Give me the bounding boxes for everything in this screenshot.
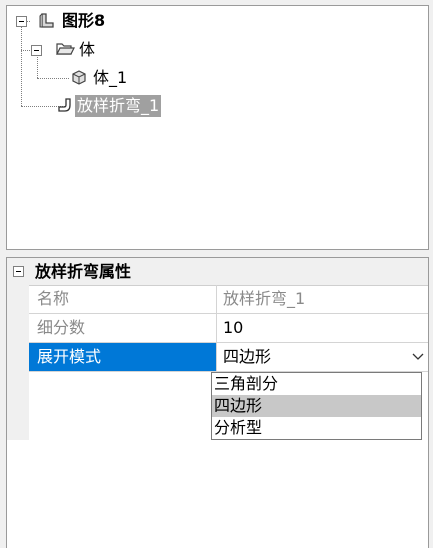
tree-line [21, 50, 30, 51]
subdivisions-input[interactable]: 10 [218, 314, 428, 342]
collapse-properties-toggle[interactable] [13, 266, 24, 277]
tree-panel: 图形8 体 体_1 放样折弯_1 [6, 5, 429, 250]
properties-gutter [7, 285, 29, 440]
property-value[interactable]: 放样折弯_1 [218, 285, 428, 313]
tree-line [37, 78, 69, 79]
unfold-mode-select[interactable]: 四边形 [218, 343, 428, 371]
chevron-down-icon[interactable] [412, 353, 424, 361]
dropdown-option-analytic[interactable]: 分析型 [212, 417, 421, 439]
properties-header: 放样折弯属性 [7, 258, 428, 286]
dropdown-option-quad[interactable]: 四边形 [212, 395, 421, 417]
tree-line [21, 26, 22, 106]
loft-bend-icon [58, 98, 71, 112]
tree-node-loft-bend[interactable]: 放样折弯_1 [75, 95, 162, 117]
dropdown-option-triangulation[interactable]: 三角剖分 [212, 373, 421, 395]
collapse-root-toggle[interactable] [16, 16, 27, 27]
solid-body-icon [72, 70, 86, 85]
tree-line [37, 55, 38, 78]
property-row-subdivisions: 细分数 10 [29, 314, 428, 343]
property-label: 名称 [29, 285, 217, 313]
tree-node-group[interactable]: 体 [79, 39, 95, 61]
unfold-mode-dropdown: 三角剖分 四边形 分析型 [211, 372, 422, 440]
collapse-group-toggle[interactable] [31, 45, 42, 56]
properties-title: 放样折弯属性 [35, 262, 132, 281]
tree-node-body[interactable]: 体_1 [93, 67, 127, 89]
part-icon [39, 13, 54, 28]
property-row-unfold-mode[interactable]: 展开模式 四边形 [29, 343, 428, 372]
property-row-name: 名称 放样折弯_1 [29, 285, 428, 314]
folder-open-icon [56, 43, 75, 55]
tree-node-root[interactable]: 图形8 [62, 10, 105, 32]
property-label[interactable]: 展开模式 [29, 343, 217, 371]
unfold-mode-value: 四边形 [223, 347, 272, 366]
property-label: 细分数 [29, 314, 217, 342]
